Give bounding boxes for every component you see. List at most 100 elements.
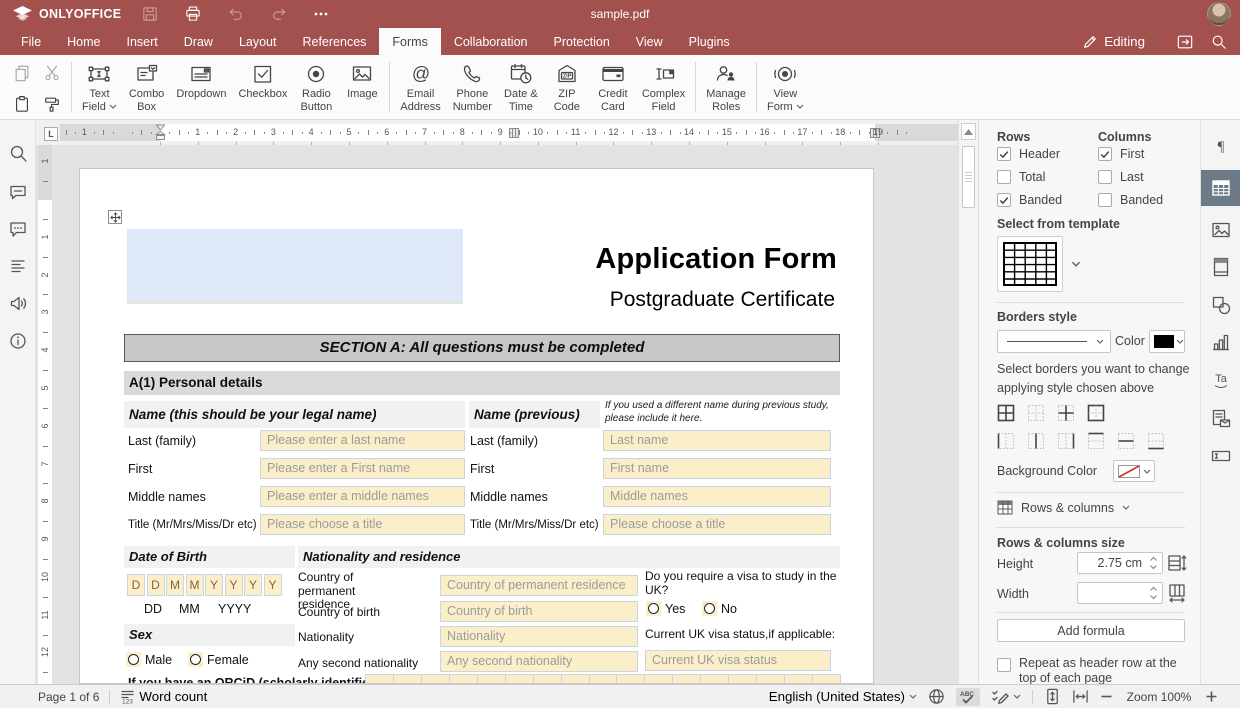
tab-references[interactable]: References (289, 28, 379, 55)
sex-option-female[interactable]: Female (188, 652, 249, 667)
rows-columns-expander[interactable]: Rows & columns (997, 500, 1130, 515)
image-settings-button[interactable] (1201, 212, 1240, 248)
manage-roles-button[interactable]: Manage Roles (700, 55, 752, 119)
tab-file[interactable]: File (8, 28, 54, 55)
first-name-field[interactable]: Please enter a First name (260, 458, 465, 479)
border-inner-button[interactable] (1054, 401, 1078, 425)
distribute-columns-button[interactable] (1167, 583, 1187, 603)
sidebar-about-button[interactable] (8, 331, 28, 351)
tab-forms[interactable]: Forms (379, 28, 440, 55)
tab-plugins[interactable]: Plugins (676, 28, 743, 55)
form-settings-button[interactable] (1201, 438, 1240, 474)
indent-markers[interactable] (155, 124, 166, 141)
distribute-rows-button[interactable] (1167, 553, 1187, 573)
language-globe-button[interactable] (928, 688, 945, 705)
tab-view[interactable]: View (623, 28, 676, 55)
text-field-button[interactable]: Text Field (76, 55, 123, 119)
row-height-spinner[interactable]: 2.75 cm (1077, 552, 1163, 574)
tab-collaboration[interactable]: Collaboration (441, 28, 541, 55)
middle-names-field[interactable]: Please enter a middle names (260, 486, 465, 507)
title-field[interactable]: Please choose a title (260, 514, 465, 535)
fit-width-button[interactable] (1072, 688, 1089, 705)
document-language-button[interactable]: English (United States) (769, 689, 917, 704)
banded-rows-checkbox[interactable] (997, 193, 1011, 207)
border-none-button[interactable] (1024, 401, 1048, 425)
scroll-up-button[interactable] (961, 123, 976, 140)
track-changes-button[interactable] (991, 689, 1021, 705)
column-width-spinner[interactable] (1077, 582, 1163, 604)
previous-title-field[interactable]: Please choose a title (603, 514, 831, 535)
dob-char-cell[interactable]: Y (264, 574, 282, 596)
tab-layout[interactable]: Layout (226, 28, 290, 55)
dob-char-cell[interactable]: D (127, 574, 145, 596)
table-template-selector[interactable] (997, 236, 1087, 292)
redo-button[interactable] (270, 5, 288, 23)
editing-mode-button[interactable]: Editing (1082, 34, 1159, 50)
zoom-in-button[interactable] (1205, 690, 1218, 703)
previous-last-name-field[interactable]: Last name (603, 430, 831, 451)
border-color-picker[interactable] (1149, 330, 1185, 353)
tab-insert[interactable]: Insert (114, 28, 171, 55)
tab-protection[interactable]: Protection (541, 28, 623, 55)
open-file-location-button[interactable] (1176, 34, 1194, 50)
avatar[interactable] (1207, 2, 1231, 26)
email-address-button[interactable]: @ Email Address (394, 55, 446, 119)
last-column-checkbox[interactable] (1098, 170, 1112, 184)
border-top-button[interactable] (1084, 429, 1108, 453)
sex-option-male[interactable]: Male (126, 652, 172, 667)
tab-stop-selector[interactable]: L (44, 127, 58, 141)
spell-check-button[interactable]: ABC (956, 688, 980, 706)
orcid-char-cells[interactable] (365, 674, 841, 684)
paste-button[interactable] (13, 95, 31, 113)
mail-merge-settings-button[interactable] (1201, 400, 1240, 436)
undo-button[interactable] (227, 5, 245, 23)
more-actions-button[interactable] (313, 6, 329, 22)
paragraph-settings-button[interactable]: ¶ (1201, 128, 1240, 164)
border-right-button[interactable] (1054, 429, 1078, 453)
previous-middle-names-field[interactable]: Middle names (603, 486, 831, 507)
sidebar-navigation-button[interactable] (8, 256, 28, 276)
first-column-checkbox[interactable] (1098, 147, 1112, 161)
checkbox-button[interactable]: Checkbox (232, 55, 293, 119)
print-button[interactable] (184, 5, 202, 23)
previous-first-name-field[interactable]: First name (603, 458, 831, 479)
fit-page-button[interactable] (1044, 688, 1061, 705)
document-scrollbar[interactable] (958, 120, 978, 684)
border-left-button[interactable] (994, 429, 1018, 453)
radio-button[interactable]: Radio Button (293, 55, 339, 119)
copy-style-button[interactable] (43, 95, 61, 113)
visa-status-field[interactable]: Current UK visa status (645, 650, 831, 671)
visa-option-yes[interactable]: Yes (646, 601, 685, 616)
header-footer-settings-button[interactable] (1201, 249, 1240, 285)
zip-code-button[interactable]: ZIP ZIP Code (544, 55, 590, 119)
header-row-checkbox[interactable] (997, 147, 1011, 161)
border-bottom-button[interactable] (1144, 429, 1168, 453)
word-count-button[interactable]: 123 Word count (120, 689, 207, 704)
border-inner-horizontal-button[interactable] (1114, 429, 1138, 453)
tab-home[interactable]: Home (54, 28, 113, 55)
text-art-settings-button[interactable]: Ta (1201, 362, 1240, 398)
chart-settings-button[interactable] (1201, 324, 1240, 360)
add-formula-button[interactable]: Add formula (997, 619, 1185, 642)
dob-char-cell[interactable]: Y (244, 574, 262, 596)
border-all-button[interactable] (994, 401, 1018, 425)
zoom-level[interactable]: Zoom 100% (1124, 690, 1194, 704)
sidebar-comments-button[interactable] (8, 182, 28, 202)
combo-box-button[interactable]: Combo Box (123, 55, 170, 119)
repeat-header-checkbox[interactable] (997, 658, 1011, 672)
date-time-button[interactable]: Date & Time (498, 55, 544, 119)
country-permanent-residence-field[interactable]: Country of permanent residence (440, 575, 638, 596)
dob-char-cell[interactable]: Y (225, 574, 243, 596)
view-form-button[interactable]: View Form (761, 55, 810, 119)
cut-button[interactable] (43, 64, 61, 82)
credit-card-button[interactable]: Credit Card (590, 55, 636, 119)
border-inner-vertical-button[interactable] (1024, 429, 1048, 453)
banded-columns-checkbox[interactable] (1098, 193, 1112, 207)
shape-settings-button[interactable] (1201, 287, 1240, 323)
border-line-style-select[interactable] (997, 330, 1111, 353)
sidebar-chat-button[interactable] (8, 219, 28, 239)
phone-number-button[interactable]: Phone Number (447, 55, 498, 119)
nationality-field[interactable]: Nationality (440, 626, 638, 647)
search-button[interactable] (1211, 34, 1227, 50)
background-color-picker[interactable] (1113, 460, 1155, 482)
